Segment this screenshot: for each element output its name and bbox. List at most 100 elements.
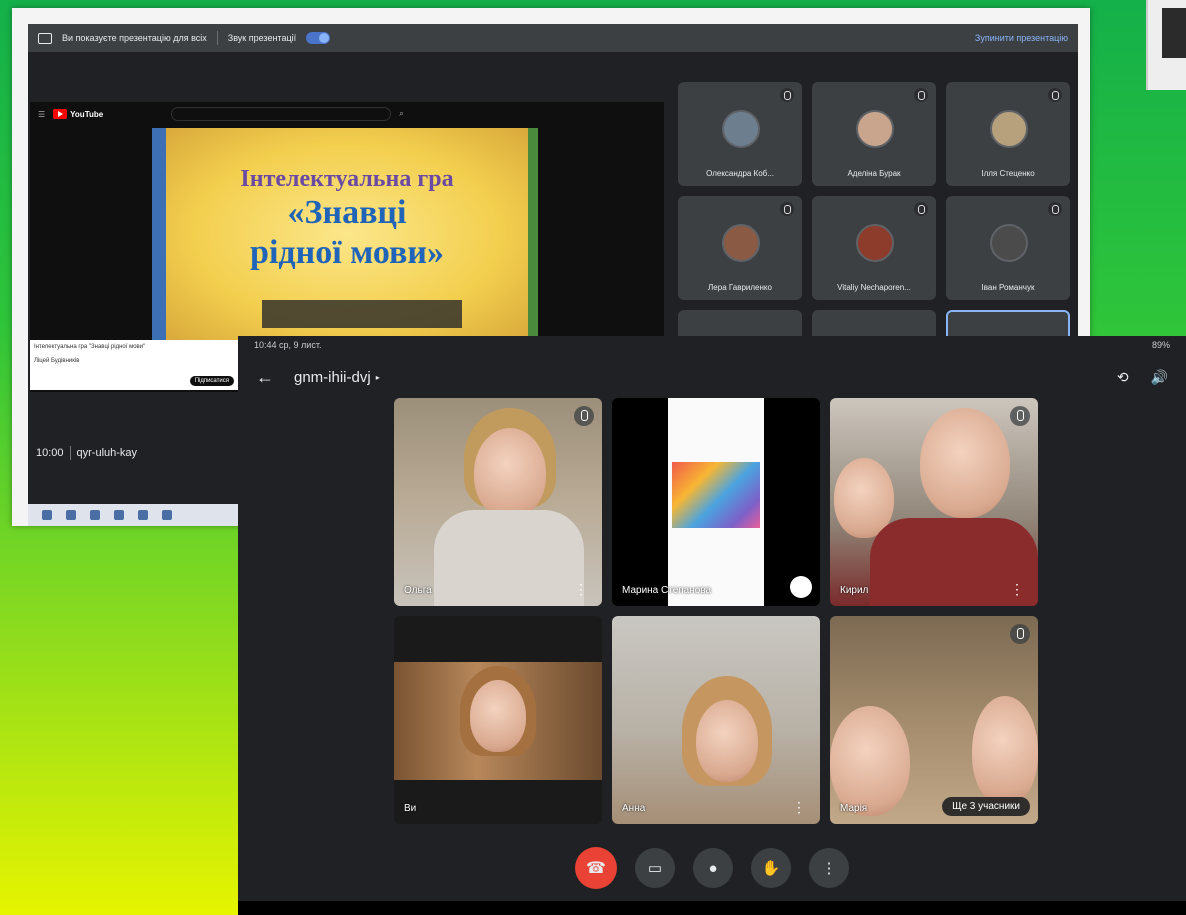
call-controls: ☎ ▭ ● ✋ ⋮ <box>238 846 1186 890</box>
participant-name: Ви <box>404 803 417 814</box>
mic-off-icon <box>1048 88 1062 102</box>
participant-face <box>972 696 1038 806</box>
meeting-time: 10:00 <box>36 447 64 459</box>
mobile-meet-screenshot: 10:44 ср, 9 лист. 89% ← gnm-ihii-dvj ▸ ⟲… <box>238 336 1186 915</box>
participant-name: Марія <box>840 803 868 814</box>
participant-tile[interactable]: Лера Гавриленко <box>678 196 802 300</box>
presentation-audio-toggle[interactable] <box>306 32 331 44</box>
participant-tile[interactable]: Vitaliy Nechaporen... <box>812 196 936 300</box>
slide-caption <box>262 300 462 328</box>
participant-face <box>474 428 546 518</box>
participant-face <box>470 680 526 752</box>
video-tile[interactable]: Кирил ⋮ <box>830 398 1038 606</box>
avatar <box>856 110 894 148</box>
speaker-icon[interactable]: 🔊 <box>1151 369 1168 386</box>
avatar <box>722 110 760 148</box>
presenting-text: Ви показуєте презентацію для всіх <box>62 33 207 43</box>
end-call-button[interactable]: ☎ <box>575 847 617 889</box>
channel-name[interactable]: Ліцей Будівників <box>34 358 234 364</box>
cropped-content <box>1162 8 1186 58</box>
mic-off-icon <box>1010 624 1030 644</box>
more-participants-badge[interactable]: Ще 3 учасники <box>942 797 1030 816</box>
subscribe-button[interactable]: Підписатися <box>189 376 234 386</box>
more-options-button[interactable]: ⋮ <box>809 848 849 888</box>
switch-camera-icon[interactable]: ⟲ <box>1117 369 1129 386</box>
status-time-date: 10:44 ср, 9 лист. <box>254 340 322 350</box>
search-icon[interactable]: ⌕ <box>399 109 403 119</box>
presenting-bar: Ви показуєте презентацію для всіх Звук п… <box>28 24 1078 52</box>
youtube-topbar: ☰ YouTube ⌕ <box>30 102 664 126</box>
mic-off-icon <box>780 202 794 216</box>
camera-button[interactable]: ▭ <box>635 848 675 888</box>
shared-phone-screen <box>668 398 764 606</box>
raise-hand-button[interactable]: ✋ <box>751 848 791 888</box>
participant-face <box>920 408 1010 518</box>
folder-icon[interactable] <box>138 510 148 520</box>
avatar <box>856 224 894 262</box>
status-bar: 10:44 ср, 9 лист. 89% <box>238 336 1186 354</box>
drawing-image <box>672 462 760 528</box>
youtube-play-icon <box>53 109 68 119</box>
presentation-slide: Інтелектуальна гра «Знавці рідної мови» <box>152 128 538 340</box>
search-icon[interactable] <box>66 510 76 520</box>
present-screen-icon <box>38 32 52 44</box>
meeting-details: 10:00 qyr-uluh-kay <box>36 446 137 460</box>
divider <box>216 31 218 45</box>
more-vertical-icon[interactable]: ⋮ <box>574 582 588 596</box>
video-tile[interactable]: Марія Ще 3 учасники <box>830 616 1038 824</box>
participant-name: Лера Гавриленко <box>708 283 772 292</box>
back-arrow-icon[interactable]: ← <box>256 367 274 388</box>
slide-title-line-2: «Знавці <box>287 194 407 231</box>
participant-name: Vitaliy Nechaporen... <box>837 283 911 292</box>
avatar <box>722 224 760 262</box>
avatar <box>990 110 1028 148</box>
participant-tile[interactable]: Ілля Стеценко <box>946 82 1070 186</box>
meeting-code[interactable]: gnm-ihii-dvj <box>294 369 371 386</box>
participant-name: Марина Степанова <box>622 585 712 596</box>
more-vertical-icon[interactable]: ⋮ <box>792 800 806 814</box>
mic-off-icon <box>914 202 928 216</box>
slide-title-line-1: Інтелектуальна гра <box>240 166 454 192</box>
participant-face <box>696 700 758 782</box>
participant-name: Ольга <box>404 585 432 596</box>
more-vertical-icon[interactable]: ⋮ <box>1010 582 1024 596</box>
avatar <box>990 224 1028 262</box>
task-view-icon[interactable] <box>90 510 100 520</box>
menu-icon[interactable]: ☰ <box>38 110 45 119</box>
youtube-video-info: Інтелектуальна гра "Знавці рідної мови" … <box>30 340 238 390</box>
microphone-button[interactable]: ● <box>693 848 733 888</box>
participant-tile[interactable]: Іван Романчук <box>946 196 1070 300</box>
youtube-logo-text: YouTube <box>70 109 104 119</box>
battery-level: 89% <box>1151 340 1170 350</box>
presentation-audio-label: Звук презентації <box>227 33 297 43</box>
browser-icon[interactable] <box>114 510 124 520</box>
video-tile[interactable]: Ви <box>394 616 602 824</box>
stop-presenting-button[interactable]: Зупинити презентацію <box>975 33 1068 43</box>
video-tile[interactable]: Анна ⋮ <box>612 616 820 824</box>
app-icon[interactable] <box>162 510 172 520</box>
participant-name: Ілля Стеценко <box>981 169 1035 178</box>
participant-name: Олександра Коб... <box>706 169 774 178</box>
mic-off-icon <box>914 88 928 102</box>
cropped-screenshot-edge <box>1146 0 1186 90</box>
participant-tile[interactable]: Олександра Коб... <box>678 82 802 186</box>
start-icon[interactable] <box>42 510 52 520</box>
participant-name: Іван Романчук <box>981 283 1035 292</box>
participant-name: Аделіна Бурак <box>847 169 901 178</box>
video-tile[interactable]: Ольга ⋮ <box>394 398 602 606</box>
participant-name: Кирил <box>840 585 869 596</box>
participant-name: Анна <box>622 803 646 814</box>
mic-off-icon <box>1010 406 1030 426</box>
pin-icon[interactable] <box>790 576 812 598</box>
video-title[interactable]: Інтелектуальна гра "Знавці рідної мови" <box>34 344 234 350</box>
chevron-right-icon[interactable]: ▸ <box>376 373 380 382</box>
participant-tile[interactable]: Аделіна Бурак <box>812 82 936 186</box>
youtube-logo[interactable]: YouTube <box>53 109 103 119</box>
youtube-search-input[interactable] <box>171 107 392 121</box>
participant-face <box>830 706 910 816</box>
video-tile[interactable]: Марина Степанова <box>612 398 820 606</box>
call-header: ← gnm-ihii-dvj ▸ ⟲ 🔊 <box>238 362 1186 392</box>
android-nav-bar <box>238 901 1186 915</box>
divider <box>69 446 71 460</box>
slide-title-line-3: рідної мови» <box>250 234 444 271</box>
